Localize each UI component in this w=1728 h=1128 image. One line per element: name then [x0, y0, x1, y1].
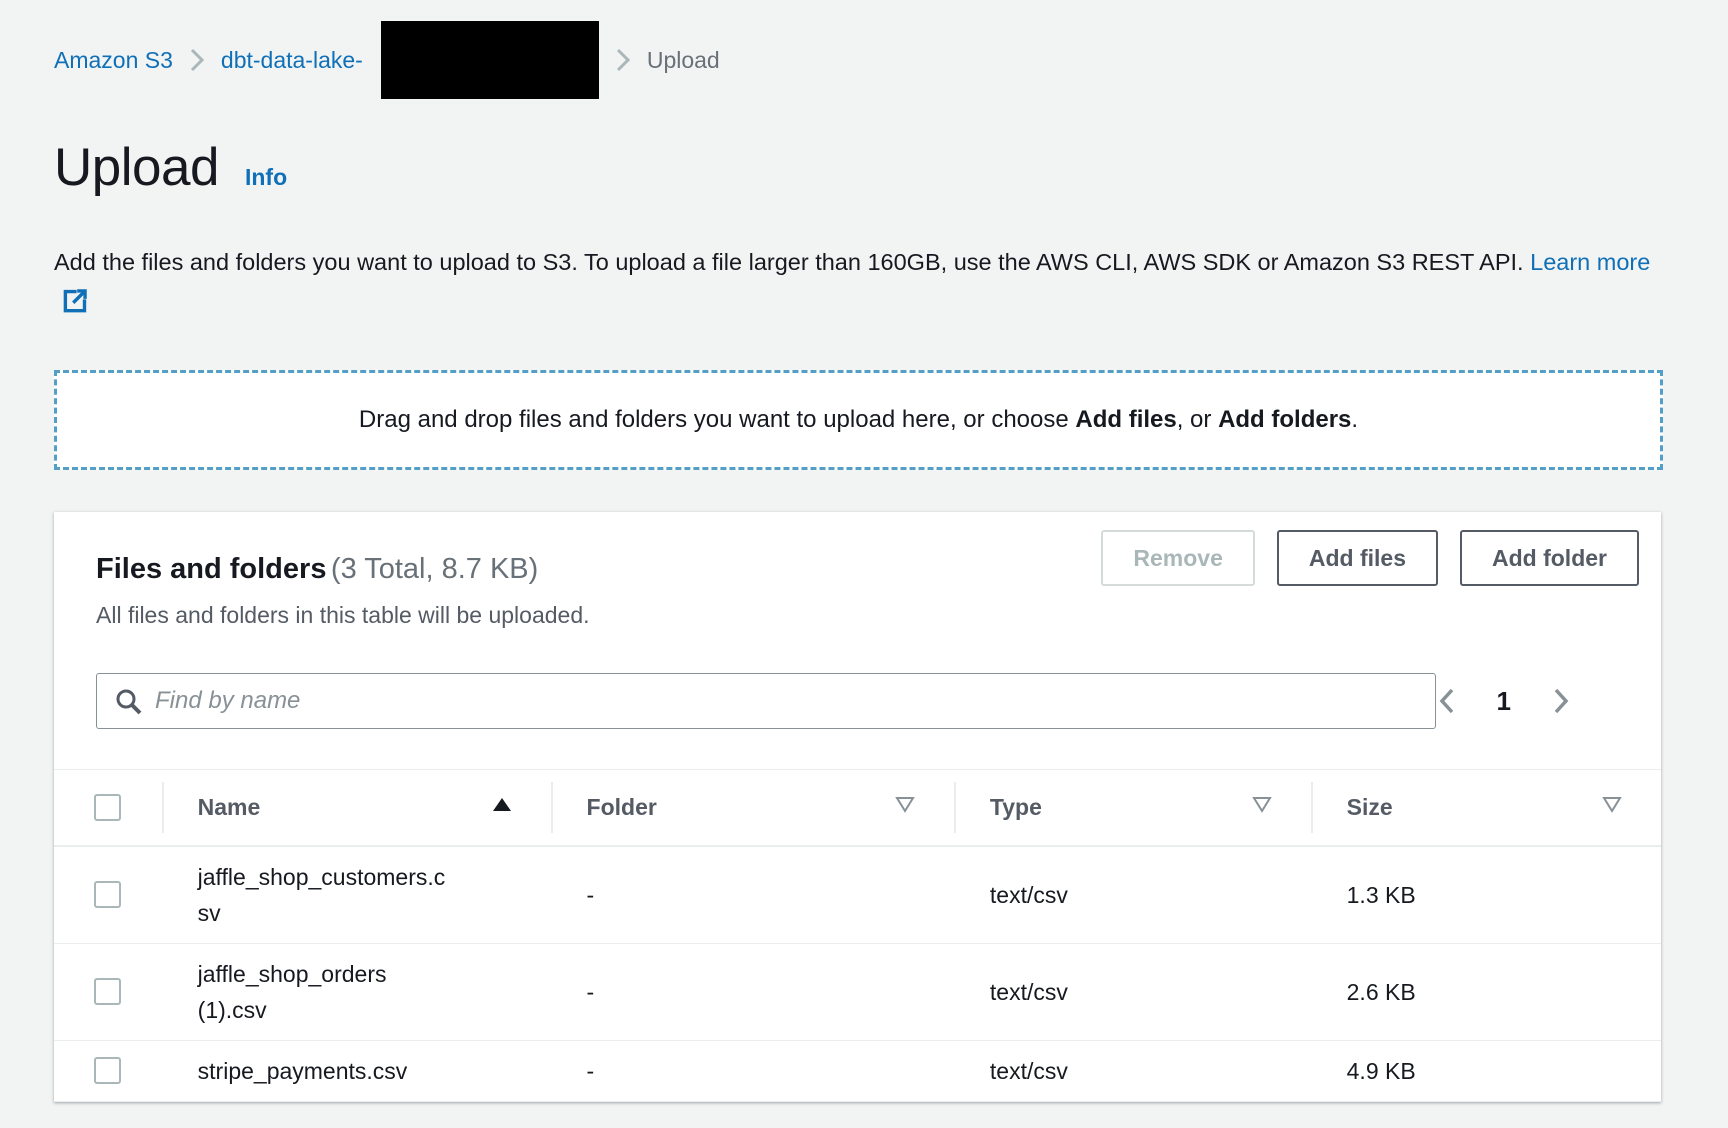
- previous-page-button[interactable]: [1437, 685, 1457, 717]
- breadcrumb: Amazon S3 dbt-data-lake- Upload: [54, 40, 1728, 80]
- breadcrumb-current-upload: Upload: [647, 47, 720, 74]
- chevron-right-icon: [615, 46, 631, 74]
- table-header-row: Name Folder: [54, 770, 1661, 846]
- table-row: jaffle_shop_orders (1).csv - text/csv 2.…: [54, 943, 1661, 1040]
- row-checkbox[interactable]: [94, 1057, 121, 1084]
- external-link-icon: [62, 286, 89, 326]
- pagination: 1: [1437, 685, 1619, 717]
- card-subtitle: All files and folders in this table will…: [96, 602, 1619, 629]
- dropzone-text: Drag and drop files and folders you want…: [359, 406, 1358, 434]
- redaction-box: [381, 21, 599, 99]
- column-header-size[interactable]: Size: [1311, 770, 1661, 846]
- column-header-folder[interactable]: Folder: [551, 770, 954, 846]
- file-type: text/csv: [954, 943, 1311, 1040]
- files-table: Name Folder: [54, 769, 1661, 1102]
- sort-down-icon: [894, 796, 916, 818]
- sort-down-icon: [1601, 796, 1623, 818]
- chevron-right-icon: [189, 46, 205, 74]
- search-icon: [114, 687, 144, 722]
- breadcrumb-link-amazon-s3[interactable]: Amazon S3: [54, 47, 173, 74]
- sort-ascending-icon: [491, 796, 513, 818]
- drag-drop-zone[interactable]: Drag and drop files and folders you want…: [54, 370, 1663, 470]
- file-size: 1.3 KB: [1311, 846, 1661, 944]
- breadcrumb-link-bucket[interactable]: dbt-data-lake-: [221, 47, 363, 74]
- file-folder: -: [551, 1040, 954, 1101]
- sort-down-icon: [1251, 796, 1273, 818]
- file-name: jaffle_shop_customers.csv: [198, 859, 448, 931]
- next-page-button[interactable]: [1551, 685, 1571, 717]
- page-number[interactable]: 1: [1497, 686, 1511, 717]
- info-link[interactable]: Info: [245, 164, 287, 191]
- card-title: Files and folders: [96, 553, 326, 585]
- card-counter: (3 Total, 8.7 KB): [331, 553, 538, 585]
- add-folder-button[interactable]: Add folder: [1460, 530, 1639, 586]
- table-row: jaffle_shop_customers.csv - text/csv 1.3…: [54, 846, 1661, 944]
- add-files-button[interactable]: Add files: [1277, 530, 1438, 586]
- page-description: Add the files and folders you want to up…: [54, 242, 1660, 326]
- row-checkbox[interactable]: [94, 881, 121, 908]
- table-row: stripe_payments.csv - text/csv 4.9 KB: [54, 1040, 1661, 1101]
- file-type: text/csv: [954, 846, 1311, 944]
- search-input[interactable]: [96, 673, 1436, 729]
- file-name: jaffle_shop_orders (1).csv: [198, 956, 448, 1028]
- file-folder: -: [551, 943, 954, 1040]
- remove-button[interactable]: Remove: [1101, 530, 1254, 586]
- column-header-name[interactable]: Name: [162, 770, 551, 846]
- files-and-folders-card: Files and folders (3 Total, 8.7 KB) All …: [54, 512, 1661, 1102]
- file-size: 4.9 KB: [1311, 1040, 1661, 1101]
- select-all-checkbox[interactable]: [94, 794, 121, 821]
- file-type: text/csv: [954, 1040, 1311, 1101]
- file-size: 2.6 KB: [1311, 943, 1661, 1040]
- page-title: Upload: [54, 132, 219, 204]
- file-name: stripe_payments.csv: [198, 1053, 448, 1089]
- file-folder: -: [551, 846, 954, 944]
- column-header-type[interactable]: Type: [954, 770, 1311, 846]
- row-checkbox[interactable]: [94, 978, 121, 1005]
- description-text: Add the files and folders you want to up…: [54, 249, 1524, 275]
